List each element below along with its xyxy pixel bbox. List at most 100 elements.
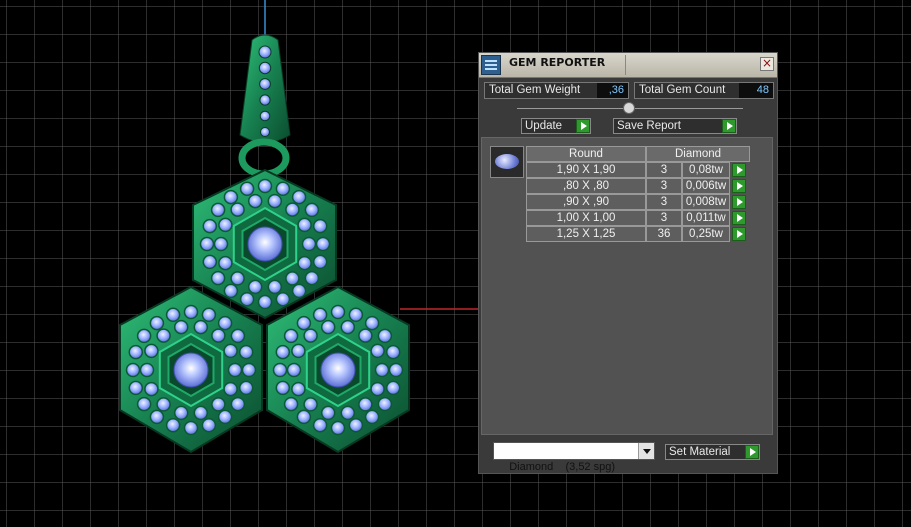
pave-gem	[201, 417, 217, 433]
play-arrow-icon[interactable]	[732, 179, 746, 193]
play-arrow-icon[interactable]	[732, 227, 746, 241]
pave-gem	[213, 236, 229, 252]
pave-gem	[291, 283, 307, 299]
pave-gem	[370, 381, 385, 397]
pave-gem	[340, 319, 356, 335]
bail-gem	[259, 78, 271, 90]
pave-gem	[247, 279, 263, 295]
pave-gem	[223, 381, 238, 397]
pave-gem	[173, 405, 189, 421]
pave-gem	[315, 236, 331, 252]
save-report-button[interactable]: Save Report	[613, 118, 737, 134]
pave-gem	[304, 202, 320, 218]
gem-weight-cell: 0,25tw	[682, 226, 730, 242]
pave-gem	[358, 397, 373, 412]
gem-size-cell: 1,25 X 1,25	[526, 226, 646, 242]
pave-gem	[385, 344, 401, 360]
pave-gem	[210, 270, 226, 286]
pave-gem	[238, 344, 254, 360]
pave-gem	[218, 255, 233, 271]
play-arrow-icon[interactable]	[732, 211, 746, 225]
set-material-button[interactable]: Set Material	[665, 444, 760, 460]
gem-reporter-panel[interactable]: GEM REPORTER × Total Gem Weight ,36 Tota…	[478, 52, 778, 474]
pave-gem	[291, 189, 307, 205]
pave-gem	[358, 328, 373, 343]
gem-size-cell: 1,90 X 1,90	[526, 162, 646, 178]
pave-gem	[348, 307, 364, 323]
pave-gem	[223, 283, 239, 299]
panel-splitter-handle[interactable]	[623, 102, 635, 114]
pave-gem	[320, 405, 336, 421]
center-gem	[173, 352, 209, 388]
gem-count-cell: 36	[646, 226, 682, 242]
material-select[interactable]: Diamond (3,52 spg)	[493, 442, 655, 473]
pave-gem	[241, 362, 257, 378]
pave-gem	[275, 344, 291, 360]
pave-gem	[312, 417, 328, 433]
pave-gem	[364, 409, 380, 425]
pave-gem	[291, 343, 306, 359]
pave-gem	[330, 420, 346, 436]
total-gem-weight-value: ,36	[597, 83, 628, 98]
gem-count-cell: 3	[646, 162, 682, 178]
pave-gem	[165, 307, 181, 323]
pave-gem	[286, 362, 302, 378]
pave-gem	[374, 362, 390, 378]
pave-gem	[239, 181, 255, 197]
close-icon[interactable]: ×	[760, 57, 774, 71]
pave-gem	[297, 217, 312, 233]
pave-gem	[211, 397, 226, 412]
column-header-material: Diamond	[646, 146, 750, 162]
gem-reporter-app-icon	[481, 55, 501, 75]
bail-gem	[259, 94, 271, 106]
pave-gem	[165, 417, 181, 433]
pave-gem	[201, 307, 217, 323]
pave-gem	[218, 217, 233, 233]
title-bar[interactable]: GEM REPORTER ×	[479, 53, 777, 78]
total-gem-count-value: 48	[739, 83, 773, 98]
pave-gem	[330, 304, 346, 320]
pave-gem	[183, 304, 199, 320]
pave-gem	[193, 319, 209, 335]
chevron-down-icon[interactable]	[638, 443, 654, 459]
bail-gem	[259, 110, 271, 122]
pave-gem	[385, 380, 401, 396]
gem-report-list[interactable]: Round Diamond 1,90 X 1,90 3 0,08tw ,80 X ,8…	[481, 137, 773, 435]
pave-gem	[348, 417, 364, 433]
pave-gem	[275, 291, 291, 307]
pave-gem	[144, 381, 159, 397]
gem-count-cell: 3	[646, 194, 682, 210]
play-arrow-icon[interactable]	[732, 163, 746, 177]
pave-gem	[296, 315, 312, 331]
pave-gem	[312, 307, 328, 323]
total-gem-weight-label-text: Total Gem Weight	[489, 84, 581, 96]
pave-gem	[128, 380, 144, 396]
pave-gem	[296, 409, 312, 425]
play-arrow-icon	[745, 445, 759, 459]
round-gem-icon[interactable]	[490, 146, 524, 178]
gem-size-cell: 1,00 X 1,00	[526, 210, 646, 226]
update-button-label: Update	[525, 120, 563, 132]
pave-gem	[301, 236, 317, 252]
update-button[interactable]: Update	[521, 118, 591, 134]
gem-weight-cell: 0,006tw	[682, 178, 730, 194]
pave-gem	[128, 344, 144, 360]
play-arrow-icon[interactable]	[732, 195, 746, 209]
pave-gem	[136, 396, 152, 412]
pave-gem	[230, 328, 246, 344]
pave-gem	[227, 362, 243, 378]
pave-gem	[272, 362, 288, 378]
pave-gem	[377, 396, 393, 412]
pave-gem	[230, 271, 245, 286]
pave-gem	[199, 236, 215, 252]
pave-gem	[238, 380, 254, 396]
gem-weight-cell: 0,011tw	[682, 210, 730, 226]
set-material-button-label: Set Material	[669, 446, 731, 458]
pave-gem	[223, 189, 239, 205]
gem-count-cell: 3	[646, 178, 682, 194]
pave-gem	[125, 362, 141, 378]
gem-count-cell: 3	[646, 210, 682, 226]
pave-gem	[377, 328, 393, 344]
pave-gem	[230, 202, 245, 217]
pave-gem	[364, 315, 380, 331]
